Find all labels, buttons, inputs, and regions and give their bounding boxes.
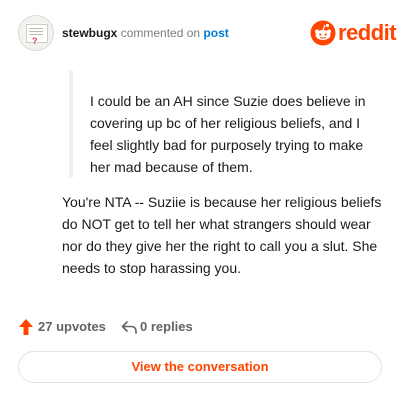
upvote-label: 27 upvotes	[38, 319, 106, 334]
reddit-wordmark: reddit	[338, 20, 397, 45]
reply-arrow-icon	[121, 321, 137, 334]
quoted-text: I could be an AH since Suzie does believ…	[90, 93, 366, 175]
user-avatar-icon[interactable]: ?	[18, 15, 54, 51]
reddit-comment-card: ? stewbugx commented on post reddit I co…	[0, 0, 400, 400]
byline-verb: commented on	[120, 26, 201, 40]
avatar-question-mark-icon: ?	[32, 36, 38, 46]
comment-body: You're NTA -- Suziie is because her reli…	[62, 194, 382, 276]
post-link[interactable]: post	[203, 26, 228, 40]
username-link[interactable]: stewbugx	[62, 26, 117, 40]
quote-bar	[69, 70, 73, 178]
upvote-arrow-icon	[19, 319, 33, 335]
comment-byline: stewbugx commented on post	[62, 26, 229, 40]
replies-label: 0 replies	[140, 319, 193, 334]
view-conversation-button[interactable]: View the conversation	[18, 351, 382, 383]
reddit-alien-icon	[310, 20, 336, 46]
